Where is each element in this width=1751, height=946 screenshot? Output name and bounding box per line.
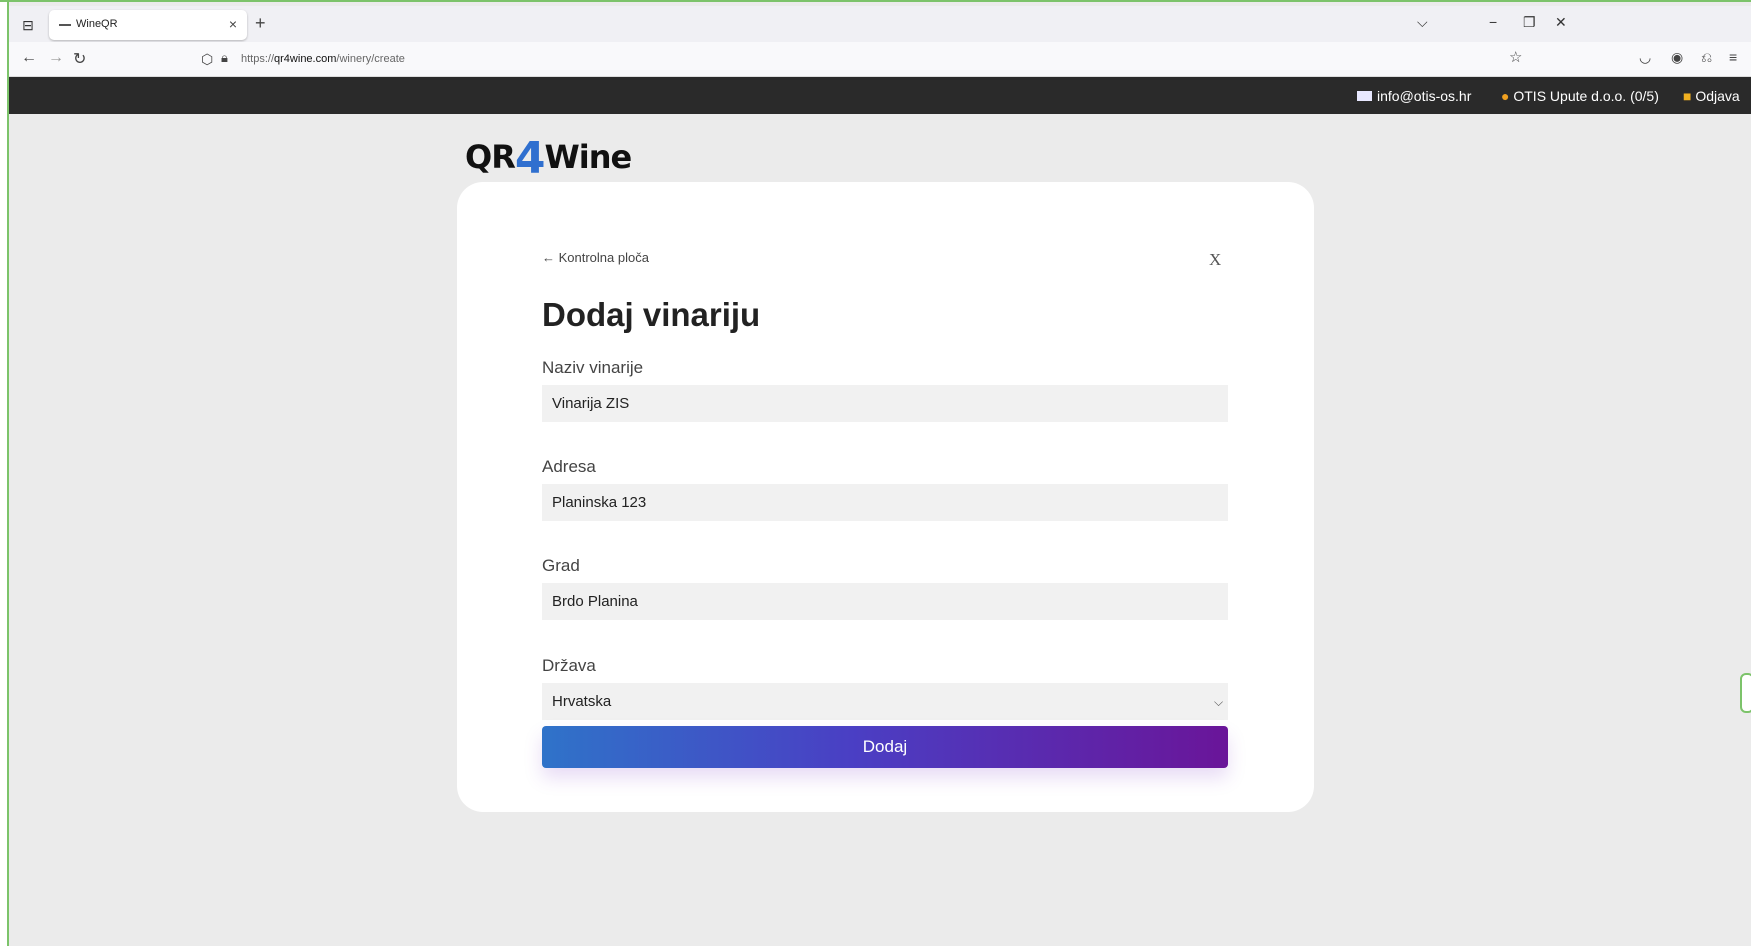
envelope-icon xyxy=(1357,91,1372,101)
navigation-bar: ← → ↻ ⬡ 🔒︎ https://qr4wine.com/winery/cr… xyxy=(9,42,1751,77)
back-to-dashboard-link[interactable]: ← Kontrolna ploča xyxy=(542,250,649,265)
window-border xyxy=(0,0,9,946)
window-close-icon[interactable]: ✕ xyxy=(1555,14,1567,31)
tab-title: WineQR xyxy=(76,18,118,30)
winery-name-input[interactable] xyxy=(542,385,1228,422)
close-tab-icon[interactable]: × xyxy=(229,16,237,32)
company-link[interactable]: ● OTIS Upute d.o.o. (0/5) xyxy=(1501,88,1659,104)
winery-name-label: Naziv vinarije xyxy=(542,358,644,377)
lock-icon[interactable]: 🔒︎ xyxy=(221,50,228,66)
chevron-down-icon[interactable]: ⌵ xyxy=(1214,695,1223,710)
bookmark-star-icon[interactable]: ☆ xyxy=(1509,48,1522,66)
forward-icon[interactable]: → xyxy=(48,49,64,67)
city-input[interactable] xyxy=(542,583,1228,620)
qr4wine-logo[interactable]: QR4Wine xyxy=(465,128,632,184)
site-top-bar: info@otis-os.hr ● OTIS Upute d.o.o. (0/5… xyxy=(9,77,1751,114)
tab-strip: ⊟ WineQR × + ⌵ − ❐ ✕ xyxy=(9,6,1751,42)
side-widget[interactable] xyxy=(1740,673,1751,713)
close-form-button[interactable]: X xyxy=(1209,250,1221,270)
user-icon: ● xyxy=(1501,88,1510,104)
add-button[interactable]: Dodaj xyxy=(542,726,1228,768)
lock-icon: ■ xyxy=(1683,88,1692,104)
country-select[interactable] xyxy=(542,683,1228,720)
logout-link[interactable]: ■ Odjava xyxy=(1683,88,1740,104)
pocket-icon[interactable]: ◡ xyxy=(1639,49,1651,66)
restore-icon[interactable]: ❐ xyxy=(1523,14,1536,31)
favicon-icon xyxy=(59,24,71,26)
tab-list-icon[interactable]: ⊟ xyxy=(18,15,38,35)
city-label: Grad xyxy=(542,556,580,575)
chevron-down-icon[interactable]: ⌵ xyxy=(1417,14,1428,31)
new-tab-icon[interactable]: + xyxy=(255,13,266,34)
minimize-icon[interactable]: − xyxy=(1489,14,1497,30)
email-link[interactable]: info@otis-os.hr xyxy=(1357,88,1471,104)
extensions-icon[interactable]: ⎌ xyxy=(1701,49,1712,66)
address-input[interactable] xyxy=(542,484,1228,521)
page-title: Dodaj vinariju xyxy=(542,296,761,333)
shield-icon[interactable]: ⬡ xyxy=(201,51,213,68)
create-winery-card: ← Kontrolna ploča X Dodaj vinariju Naziv… xyxy=(457,182,1314,812)
back-icon[interactable]: ← xyxy=(21,49,37,67)
account-icon[interactable]: ◉ xyxy=(1671,49,1683,66)
tab-wineqr[interactable]: WineQR × xyxy=(49,10,247,40)
menu-icon[interactable]: ≡ xyxy=(1729,49,1737,65)
url-bar[interactable]: ⬡ 🔒︎ https://qr4wine.com/winery/create xyxy=(191,46,1551,73)
address-label: Adresa xyxy=(542,457,596,476)
url-text[interactable]: https://qr4wine.com/winery/create xyxy=(241,53,405,65)
country-label: Država xyxy=(542,656,596,675)
reload-icon[interactable]: ↻ xyxy=(73,49,86,69)
